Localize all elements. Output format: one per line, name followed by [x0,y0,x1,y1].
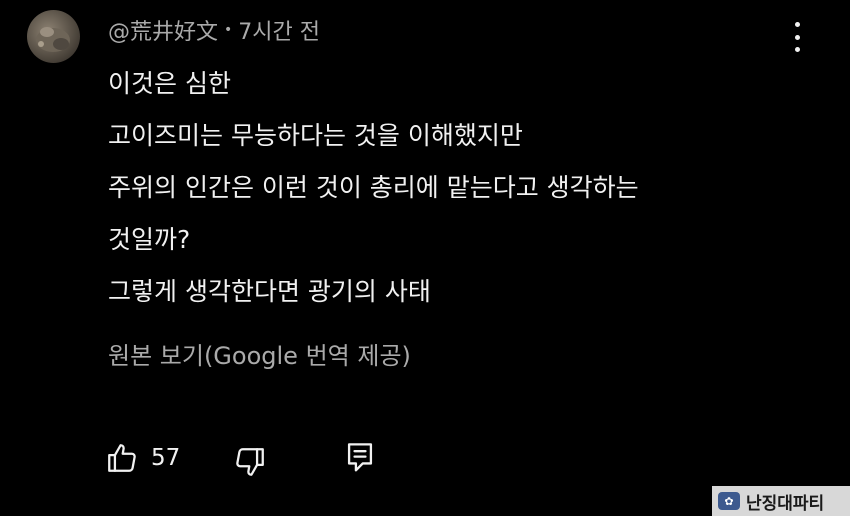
header-separator: • [224,22,233,38]
reply-comment-icon [347,443,373,472]
comment-line: 그렇게 생각한다면 광기의 사태 [108,277,431,306]
comment-header: @荒井好文 • 7시간 전 [108,14,320,46]
comment-time[interactable]: 7시간 전 [238,14,320,46]
reply-button[interactable] [345,440,375,476]
comment-line: 이것은 심한 [108,69,231,98]
watermark-text: 난징대파티 [746,493,825,514]
thumb-up-icon [108,444,136,472]
avatar[interactable] [27,10,80,63]
dislike-button[interactable] [233,442,267,482]
more-vert-icon[interactable] [784,22,810,52]
comment-line: 고이즈미는 무능하다는 것을 이해했지만 [108,121,523,150]
like-button[interactable] [105,438,139,478]
see-original-link[interactable]: 원본 보기(Google 번역 제공) [108,336,411,371]
comment-text: 이것은 심한 고이즈미는 무능하다는 것을 이해했지만 주위의 인간은 이런 것… [108,58,639,318]
comment-line: 주위의 인간은 이런 것이 총리에 맡는다고 생각하는 [108,173,639,202]
watermark-logo-icon: ✿ [718,492,740,510]
like-count: 57 [151,445,181,471]
watermark: ✿ 난징대파티 [712,486,850,516]
author-name[interactable]: @荒井好文 [108,14,218,46]
thumb-down-icon [236,448,264,476]
comment-line: 것일까? [108,225,191,254]
